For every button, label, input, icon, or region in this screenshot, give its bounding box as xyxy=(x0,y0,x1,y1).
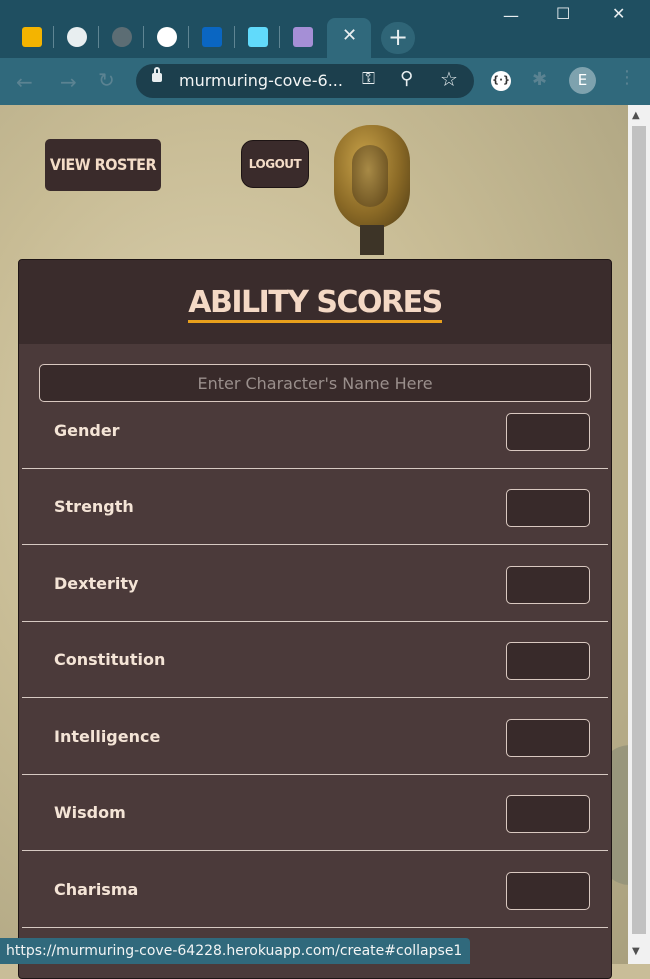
background-amulet-image xyxy=(332,125,412,255)
ability-score-input[interactable] xyxy=(506,566,590,604)
ability-label: Charisma xyxy=(54,880,139,899)
new-tab-button[interactable]: + xyxy=(381,22,415,54)
address-bar[interactable]: murmuring-cove-6... ⚿ ⚲ ☆ xyxy=(136,64,474,98)
browser-tab[interactable] xyxy=(281,18,325,58)
view-roster-button[interactable]: VIEW ROSTER xyxy=(45,139,161,191)
row-divider xyxy=(22,850,608,851)
profile-avatar[interactable]: E xyxy=(569,67,596,94)
tab-separator xyxy=(143,26,144,48)
minimize-icon[interactable]: — xyxy=(503,6,519,25)
password-key-icon[interactable]: ⚿ xyxy=(362,69,375,89)
ability-row: Dexterity xyxy=(22,566,608,642)
slides-icon xyxy=(22,27,42,47)
ability-score-input[interactable] xyxy=(506,489,590,527)
extension-icon[interactable]: {·} xyxy=(491,71,511,91)
zoom-icon[interactable]: ⚲ xyxy=(400,68,413,89)
card-title[interactable]: ABILITY SCORES xyxy=(188,287,443,323)
scroll-up-arrow-icon[interactable]: ▲ xyxy=(632,110,640,121)
github-icon xyxy=(67,27,87,47)
tab-separator xyxy=(53,26,54,48)
maximize-icon[interactable]: ☐ xyxy=(556,4,570,23)
ability-score-input[interactable] xyxy=(506,642,590,680)
ability-score-input[interactable] xyxy=(506,795,590,833)
lock-icon[interactable] xyxy=(152,67,162,82)
browser-tab[interactable] xyxy=(145,18,189,58)
linkedin-icon xyxy=(202,27,222,47)
back-arrow-icon[interactable]: ← xyxy=(16,70,33,94)
ability-row: Constitution xyxy=(22,642,608,718)
ability-label: Dexterity xyxy=(54,574,139,593)
ability-row: Gender xyxy=(22,413,608,489)
browser-tab[interactable] xyxy=(236,18,280,58)
globe-icon xyxy=(112,27,132,47)
address-url[interactable]: murmuring-cove-6... xyxy=(179,71,343,90)
row-divider xyxy=(22,927,608,928)
react-icon xyxy=(248,27,268,47)
logout-button[interactable]: LOGOUT xyxy=(241,140,309,188)
ability-label: Constitution xyxy=(54,650,166,669)
card-header: ABILITY SCORES xyxy=(19,260,611,344)
row-divider xyxy=(22,621,608,622)
ability-label: Strength xyxy=(54,497,134,516)
browser-tab[interactable] xyxy=(10,18,54,58)
character-name-input[interactable] xyxy=(39,364,591,402)
browser-tab[interactable] xyxy=(55,18,99,58)
ability-score-input[interactable] xyxy=(506,872,590,910)
row-divider xyxy=(22,468,608,469)
status-url-bar: https://murmuring-cove-64228.herokuapp.c… xyxy=(0,938,471,964)
row-divider xyxy=(22,544,608,545)
ability-label: Gender xyxy=(54,421,120,440)
browser-menu-icon[interactable]: ⋮ xyxy=(618,67,636,88)
row-divider xyxy=(22,774,608,775)
close-tab-icon[interactable]: ✕ xyxy=(342,25,357,46)
ability-row: Charisma xyxy=(22,872,608,948)
bookmark-star-icon[interactable]: ☆ xyxy=(440,67,458,91)
cs-icon xyxy=(157,27,177,47)
forward-arrow-icon[interactable]: → xyxy=(60,70,77,94)
ability-row: Strength xyxy=(22,489,608,565)
scroll-down-arrow-icon[interactable]: ▼ xyxy=(632,946,640,957)
ability-row: Wisdom xyxy=(22,795,608,871)
extensions-puzzle-icon[interactable]: ✱ xyxy=(532,69,547,90)
tab-separator xyxy=(188,26,189,48)
window-close-icon[interactable]: ✕ xyxy=(612,4,625,23)
reload-icon[interactable]: ↻ xyxy=(98,68,115,92)
tab-separator xyxy=(98,26,99,48)
ability-label: Wisdom xyxy=(54,803,126,822)
ability-score-input[interactable] xyxy=(506,719,590,757)
scrollbar-thumb[interactable] xyxy=(632,126,646,934)
ability-score-input[interactable] xyxy=(506,413,590,451)
row-divider xyxy=(22,697,608,698)
tab-separator xyxy=(234,26,235,48)
tab-separator xyxy=(279,26,280,48)
browser-tab[interactable] xyxy=(190,18,234,58)
ability-label: Intelligence xyxy=(54,727,161,746)
heroku-icon xyxy=(293,27,313,47)
active-tab[interactable]: ✕ xyxy=(327,18,371,58)
ability-row: Intelligence xyxy=(22,719,608,795)
browser-tab[interactable] xyxy=(100,18,144,58)
